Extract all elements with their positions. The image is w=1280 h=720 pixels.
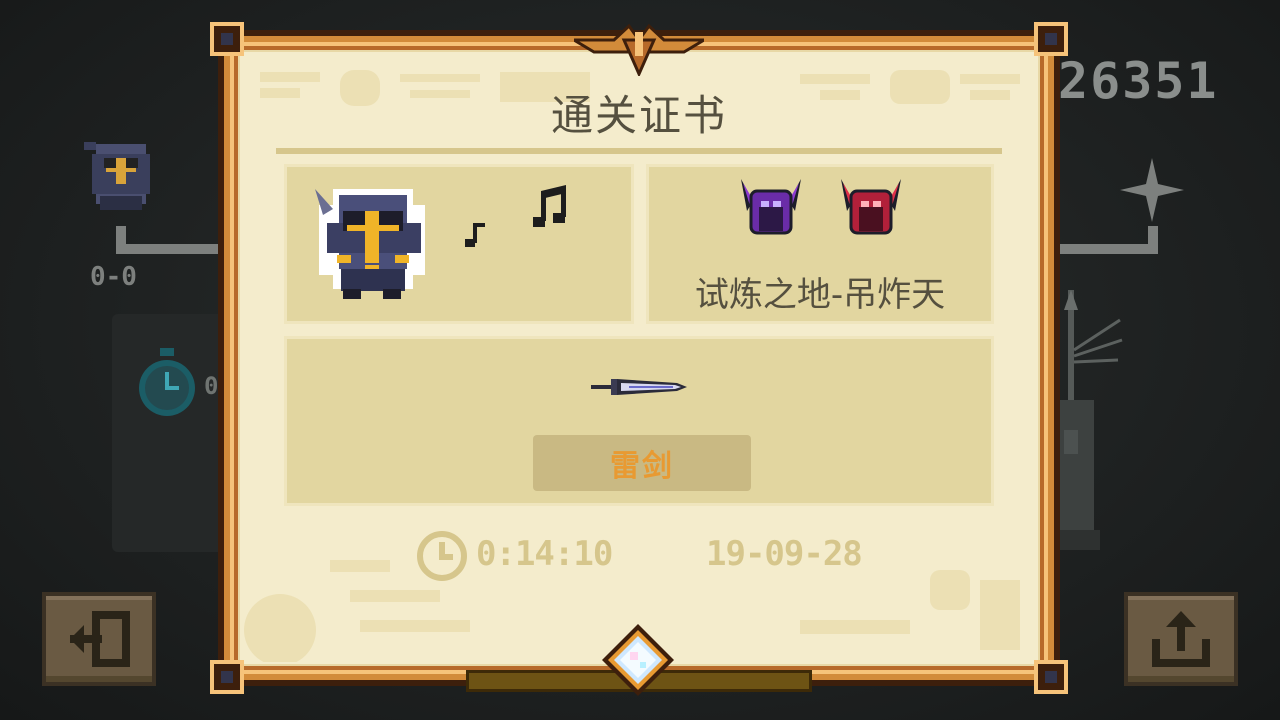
knight-hero-icon — [315, 189, 425, 299]
frame-corner — [1034, 22, 1068, 56]
exit-button[interactable] — [42, 592, 156, 686]
purple-demon-mask-icon — [741, 179, 801, 235]
sparkle-icon — [1120, 158, 1184, 222]
share-upload-icon — [1152, 611, 1210, 667]
player-score: 0-0 — [90, 262, 137, 292]
clear-time: 0:14:10 — [476, 534, 613, 574]
total-score: 26351 — [1058, 52, 1219, 110]
game-screen: 26351 0-0 0 通关证书 试炼之地-吊炸天 雷剑 0:14:10 19-… — [0, 0, 1280, 720]
stopwatch-icon — [139, 348, 195, 416]
background-timer-text: 0 — [204, 372, 219, 400]
red-demon-mask-icon — [841, 179, 901, 235]
weapon-panel: 雷剑 — [284, 336, 994, 506]
stage-panel: 试炼之地-吊炸天 — [646, 164, 994, 324]
share-button[interactable] — [1124, 592, 1238, 686]
clear-date: 19-09-28 — [706, 534, 863, 574]
opponent-frame — [1058, 226, 1158, 254]
weapon-name-badge: 雷剑 — [533, 435, 751, 491]
title-divider — [276, 148, 1002, 154]
diamond-gem-icon — [602, 624, 674, 696]
thunder-sword-icon — [591, 379, 687, 395]
player-frame — [116, 226, 220, 254]
certificate-title: 通关证书 — [550, 91, 727, 140]
frame-corner — [210, 660, 244, 694]
statue-icon — [1050, 290, 1123, 550]
certificate-crest — [574, 23, 704, 76]
music-note-icon — [465, 223, 485, 247]
stage-name: 试炼之地-吊炸天 — [694, 275, 946, 315]
frame-corner — [1034, 660, 1068, 694]
exit-door-icon — [70, 611, 130, 667]
frame-corner — [210, 22, 244, 56]
music-note-icon — [533, 185, 566, 227]
clear-certificate: 通关证书 试炼之地-吊炸天 雷剑 0:14:10 19-09-28 — [210, 22, 1068, 696]
hero-panel — [284, 164, 634, 324]
player-knight-icon — [84, 142, 150, 210]
clock-icon — [417, 531, 467, 581]
weapon-name: 雷剑 — [610, 449, 674, 484]
